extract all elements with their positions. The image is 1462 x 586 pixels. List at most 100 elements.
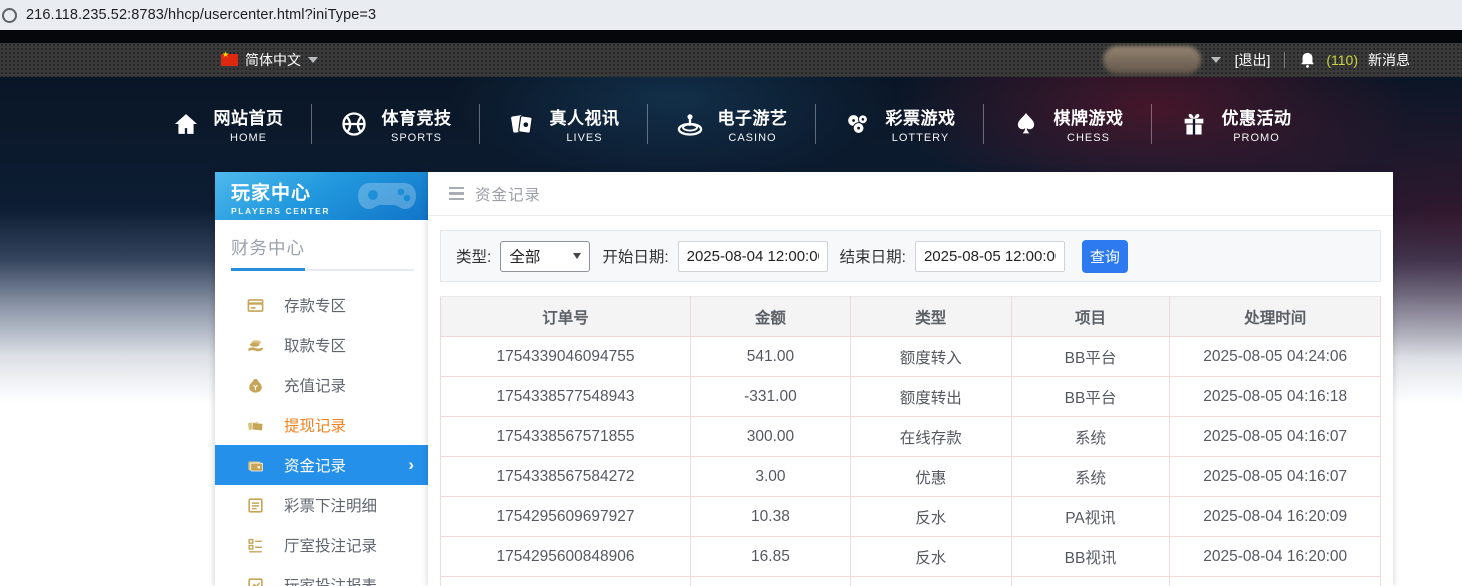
site-settings-icon[interactable] xyxy=(2,8,17,23)
nav-item[interactable]: 优惠活动 PROMO xyxy=(1152,104,1319,144)
nav-label-en: CASINO xyxy=(728,132,776,144)
sidebar-item-label: 厅室投注记录 xyxy=(284,534,377,556)
nav-item[interactable]: 彩票游戏 LOTTERY xyxy=(816,104,983,144)
sidebar-item-label: 充值记录 xyxy=(284,374,346,396)
table-cell: 1754338577548943 xyxy=(441,377,691,417)
lottery-detail-icon xyxy=(246,496,265,515)
hall-bet-record-icon xyxy=(246,536,265,555)
table-cell: 优惠 xyxy=(850,457,1011,497)
table-cell: 系统 xyxy=(1011,457,1170,497)
table-row: 1754338577548943-331.00额度转出BB平台2025-08-0… xyxy=(441,377,1381,417)
table-row: 1754339046094755541.00额度转入BB平台2025-08-05… xyxy=(441,337,1381,377)
sidebar-item-label: 彩票下注明细 xyxy=(284,494,377,516)
china-flag-icon xyxy=(221,54,238,66)
sidebar-item[interactable]: 提现记录 › xyxy=(215,405,428,445)
end-date-label: 结束日期: xyxy=(840,245,906,267)
nav-labels: 真人视讯 LIVES xyxy=(550,104,620,144)
withdraw-zone-icon xyxy=(246,336,265,355)
type-label: 类型: xyxy=(456,245,491,267)
column-header: 项目 xyxy=(1011,297,1170,337)
withdraw-record-icon xyxy=(246,416,265,435)
nav-label-en: SPORTS xyxy=(391,132,442,144)
new-messages-label[interactable]: 新消息 xyxy=(1368,50,1410,70)
nav-item[interactable]: 体育竞技 SPORTS xyxy=(312,104,479,144)
table-row-partial xyxy=(441,577,1381,586)
start-date-label: 开始日期: xyxy=(602,245,668,267)
table-header-row: 订单号金额类型项目处理时间 xyxy=(441,297,1381,337)
table-cell: 1754295609697927 xyxy=(441,497,691,537)
nav-labels: 优惠活动 PROMO xyxy=(1222,104,1292,144)
table-cell: 系统 xyxy=(1011,417,1170,457)
nav-item[interactable]: 真人视讯 LIVES xyxy=(480,104,647,144)
browser-address-bar[interactable]: 216.118.235.52:8783/hhcp/usercenter.html… xyxy=(0,0,1462,30)
chevron-down-icon[interactable] xyxy=(1211,57,1221,63)
table-cell xyxy=(1170,577,1381,586)
table-cell xyxy=(850,577,1011,586)
sidebar-item[interactable]: 充值记录 › xyxy=(215,365,428,405)
table-cell: 2025-08-05 04:16:18 xyxy=(1170,377,1381,417)
lottery-balls-icon xyxy=(843,109,873,139)
sidebar-menu: 存款专区 › 取款专区 › 充值记录 › 提现记录 › 资金记录 › 彩票下注明… xyxy=(215,285,428,586)
table-cell: BB平台 xyxy=(1011,337,1170,377)
funds-record-icon xyxy=(246,456,265,475)
sidebar-item[interactable]: 厅室投注记录 › xyxy=(215,525,428,565)
table-row: 175429560084890616.85反水BB视讯2025-08-04 16… xyxy=(441,537,1381,577)
spade-icon xyxy=(1011,109,1041,139)
end-date-input[interactable] xyxy=(915,241,1065,272)
sidebar-item[interactable]: 存款专区 › xyxy=(215,285,428,325)
table-cell: 额度转出 xyxy=(850,377,1011,417)
chevron-right-icon: › xyxy=(408,455,414,475)
language-label: 简体中文 xyxy=(245,50,301,70)
search-button[interactable]: 查询 xyxy=(1082,240,1128,273)
column-header: 类型 xyxy=(850,297,1011,337)
table-cell: 2025-08-05 04:24:06 xyxy=(1170,337,1381,377)
column-header: 处理时间 xyxy=(1170,297,1381,337)
chevron-down-icon xyxy=(308,57,318,63)
nav-label-zh: 优惠活动 xyxy=(1222,104,1292,129)
bell-icon[interactable] xyxy=(1299,51,1316,69)
home-icon xyxy=(171,109,201,139)
table-cell: 额度转入 xyxy=(850,337,1011,377)
records-table-wrap: 订单号金额类型项目处理时间 1754339046094755541.00额度转入… xyxy=(440,296,1381,586)
main-nav: 网站首页 HOME 体育竞技 SPORTS 真人视讯 LIVES 电子游艺 CA… xyxy=(0,77,1462,171)
type-select[interactable]: 全部 xyxy=(500,241,590,272)
table-cell: 2025-08-04 16:20:09 xyxy=(1170,497,1381,537)
nav-label-zh: 真人视讯 xyxy=(550,104,620,129)
nav-item[interactable]: 电子游艺 CASINO xyxy=(648,104,815,144)
cards-icon xyxy=(507,109,537,139)
screen: 216.118.235.52:8783/hhcp/usercenter.html… xyxy=(0,0,1462,586)
username-blurred[interactable] xyxy=(1103,46,1201,74)
table-cell: 541.00 xyxy=(691,337,851,377)
sidebar-item[interactable]: 取款专区 › xyxy=(215,325,428,365)
table-cell: 3.00 xyxy=(691,457,851,497)
table-cell xyxy=(1011,577,1170,586)
sidebar-item[interactable]: 资金记录 › xyxy=(215,445,428,485)
topbar-right: [退出] (110) 新消息 xyxy=(1103,46,1410,74)
table-row: 1754338567571855300.00在线存款系统2025-08-05 0… xyxy=(441,417,1381,457)
nav-label-en: CHESS xyxy=(1067,132,1110,144)
nav-item[interactable]: 网站首页 HOME xyxy=(144,104,311,144)
nav-labels: 棋牌游戏 CHESS xyxy=(1054,104,1124,144)
window-divider xyxy=(0,30,1462,43)
message-count[interactable]: (110) xyxy=(1326,52,1358,68)
nav-label-en: LIVES xyxy=(566,132,602,144)
language-selector[interactable]: 简体中文 xyxy=(221,50,318,70)
bet-report-icon xyxy=(246,576,265,586)
logout-link[interactable]: [退出] xyxy=(1235,50,1271,70)
nav-item[interactable]: 棋牌游戏 CHESS xyxy=(984,104,1151,144)
column-header: 金额 xyxy=(691,297,851,337)
nav-label-zh: 体育竞技 xyxy=(382,104,452,129)
sidebar-item[interactable]: 玩家投注报表 › xyxy=(215,565,428,586)
sidebar-item-label: 取款专区 xyxy=(284,334,346,356)
sidebar-item[interactable]: 彩票下注明细 › xyxy=(215,485,428,525)
table-cell: 1754295600848906 xyxy=(441,537,691,577)
nav-labels: 彩票游戏 LOTTERY xyxy=(886,104,956,144)
table-cell: 1754338567584272 xyxy=(441,457,691,497)
main-panel: 资金记录 类型: 全部 开始日期: 结束日期: 查询 订单号金额类型项目处理时间… xyxy=(428,172,1393,586)
start-date-input[interactable] xyxy=(678,241,828,272)
table-cell: BB视讯 xyxy=(1011,537,1170,577)
url-text[interactable]: 216.118.235.52:8783/hhcp/usercenter.html… xyxy=(26,7,376,23)
table-cell: 1754339046094755 xyxy=(441,337,691,377)
table-cell: 在线存款 xyxy=(850,417,1011,457)
table-cell: 2025-08-04 16:20:00 xyxy=(1170,537,1381,577)
